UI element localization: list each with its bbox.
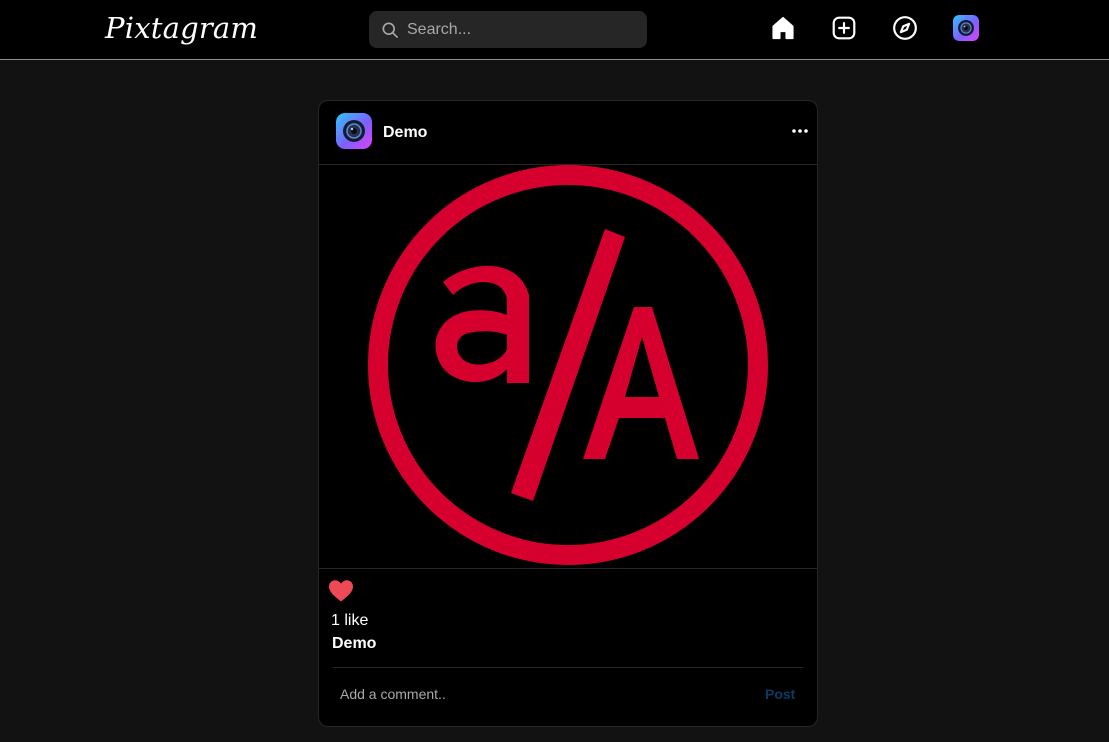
search-icon bbox=[382, 22, 398, 38]
like-heart-icon[interactable] bbox=[328, 579, 354, 603]
home-icon[interactable] bbox=[770, 15, 796, 41]
compass-icon[interactable] bbox=[892, 15, 918, 41]
post-image[interactable] bbox=[319, 165, 817, 569]
profile-avatar[interactable] bbox=[953, 15, 979, 41]
caption-username[interactable]: Demo bbox=[332, 635, 376, 653]
post-username[interactable]: Demo bbox=[383, 124, 427, 142]
camera-app-icon bbox=[953, 15, 979, 41]
search-box[interactable] bbox=[369, 11, 647, 48]
search-input[interactable] bbox=[407, 20, 627, 39]
new-post-icon[interactable] bbox=[831, 15, 857, 41]
post-avatar[interactable] bbox=[336, 113, 372, 149]
comment-form: Post bbox=[333, 667, 803, 726]
aa-logo-image bbox=[368, 165, 768, 565]
more-horizontal-icon[interactable] bbox=[789, 121, 811, 141]
camera-app-icon bbox=[336, 113, 372, 149]
like-count[interactable]: 1 like bbox=[331, 612, 368, 630]
top-navigation-bar: Pixtagram bbox=[0, 0, 1109, 60]
post-comment-button[interactable]: Post bbox=[765, 686, 795, 702]
comment-input[interactable] bbox=[340, 686, 720, 702]
post-header: Demo bbox=[319, 101, 817, 165]
post-card: Demo 1 like Demo Post bbox=[318, 100, 818, 727]
app-logo[interactable]: Pixtagram bbox=[105, 8, 258, 48]
